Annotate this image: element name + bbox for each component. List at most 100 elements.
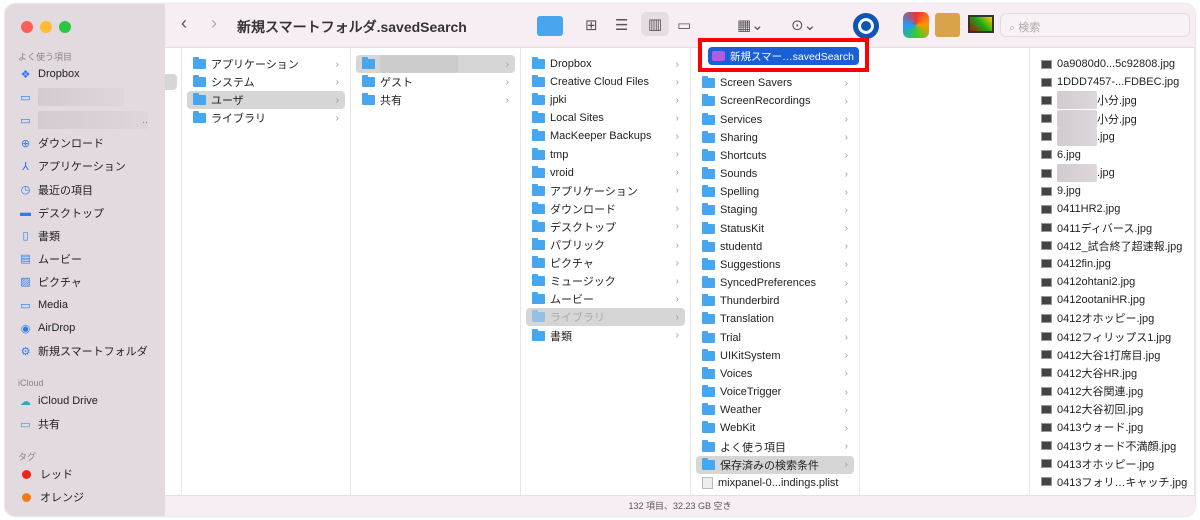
folder-item[interactable]: アプリケーション ›	[187, 55, 345, 73]
sidebar-item[interactable]: ▭	[19, 88, 130, 107]
folder-item[interactable]: jpki ›	[526, 91, 685, 109]
folder-item[interactable]: WebKit ›	[696, 419, 854, 437]
folder-item[interactable]: Translation ›	[696, 310, 854, 328]
sidebar-item[interactable]: ▭ 共有	[19, 415, 60, 433]
folder-item[interactable]: パブリック ›	[526, 236, 685, 254]
forward-button[interactable]: ›	[211, 13, 217, 34]
file-item[interactable]: 0412オホッピー.jpg	[1035, 309, 1189, 327]
sidebar-item[interactable]: ◷ 最近の項目	[19, 181, 93, 199]
folder-item[interactable]: Dropbox ›	[526, 55, 685, 73]
folder-item[interactable]: デスクトップ ›	[526, 218, 685, 236]
sidebar-item[interactable]: ▯ 書類	[19, 227, 60, 245]
folder-item[interactable]: ライブラリ ›	[187, 109, 345, 127]
file-item[interactable]: 0412fin.jpg	[1035, 255, 1189, 273]
folder-item[interactable]: よく使う項目 ›	[696, 438, 854, 456]
folder-item[interactable]: tmp ›	[526, 146, 685, 164]
sidebar-item[interactable]: ▨ ピクチャ	[19, 273, 82, 291]
folder-item[interactable]: Thunderbird ›	[696, 292, 854, 310]
folder-item[interactable]: アプリケーション ›	[526, 182, 685, 200]
file-item[interactable]: 0412大谷1打席目.jpg	[1035, 346, 1189, 364]
file-item[interactable]: 0411HR2.jpg	[1035, 200, 1189, 218]
folder-item[interactable]: Creative Cloud Files ›	[526, 73, 685, 91]
zoom-button[interactable]	[59, 21, 71, 33]
file-item[interactable]: 0413フォリ…キャッチ.jpg	[1035, 473, 1189, 491]
file-item[interactable]: 0412大谷初回.jpg	[1035, 400, 1189, 418]
folder-item[interactable]: VoiceTrigger ›	[696, 383, 854, 401]
archive-icon[interactable]	[935, 13, 960, 37]
file-item[interactable]: 9.jpg	[1035, 182, 1189, 200]
folder-item[interactable]: vroid ›	[526, 164, 685, 182]
folder-item[interactable]: Trial ›	[696, 329, 854, 347]
file-item[interactable]: 0413ウォード.jpg	[1035, 418, 1189, 436]
folder-item[interactable]: Weather ›	[696, 401, 854, 419]
folder-item[interactable]: Sharing ›	[696, 129, 854, 147]
smart-folder-item[interactable]: 新規スマー…savedSearch	[708, 47, 859, 65]
folder-item[interactable]: ゲスト ›	[356, 73, 515, 91]
folder-item[interactable]: ピクチャ ›	[526, 254, 685, 272]
folder-item[interactable]: ムービー ›	[526, 290, 685, 308]
sidebar-item[interactable]: ▬ デスクトップ	[19, 204, 104, 222]
sidebar-item[interactable]: ⅄ アプリケーション	[19, 157, 126, 175]
folder-item[interactable]: Spelling ›	[696, 183, 854, 201]
monitor-icon[interactable]	[968, 15, 994, 33]
file-item[interactable]: 6.jpg	[1035, 146, 1189, 164]
folder-item[interactable]: 書類 ›	[526, 327, 685, 345]
file-item[interactable]: 0412ohtani2.jpg	[1035, 273, 1189, 291]
more-actions-button[interactable]: ⊙⌄	[791, 16, 816, 34]
close-button[interactable]	[21, 21, 33, 33]
app-icon[interactable]	[903, 12, 929, 38]
folder-item[interactable]: ユーザ ›	[187, 91, 345, 110]
list-view-button[interactable]: ☰	[615, 16, 628, 34]
folder-item[interactable]: ライブラリ ›	[526, 308, 685, 327]
file-item[interactable]: 1DDD7457-...FDBEC.jpg	[1035, 73, 1189, 91]
icon-view-button[interactable]: ⊞	[585, 16, 598, 34]
sidebar-item[interactable]: ❖ Dropbox	[19, 65, 80, 83]
folder-item[interactable]: 保存済みの検索条件 ›	[696, 455, 854, 474]
folder-item[interactable]: Suggestions ›	[696, 256, 854, 274]
file-item[interactable]: 0411ディバース.jpg	[1035, 219, 1189, 237]
app-icon[interactable]	[853, 13, 879, 39]
folder-item[interactable]: Shortcuts ›	[696, 147, 854, 165]
sidebar-item[interactable]: ⚙ 新規スマートフォルダ	[19, 342, 148, 360]
file-item[interactable]: .jpg	[1035, 164, 1189, 183]
folder-item[interactable]: Screen Savers ›	[696, 74, 854, 92]
sidebar-tag[interactable]: オレンジ	[19, 488, 84, 506]
folder-item[interactable]: Sounds ›	[696, 165, 854, 183]
sidebar-item[interactable]: ▤ ムービー	[19, 250, 82, 268]
folder-item[interactable]: Staging ›	[696, 201, 854, 219]
folder-item[interactable]: Local Sites ›	[526, 109, 685, 127]
file-item[interactable]: 0412大谷関連.jpg	[1035, 382, 1189, 400]
folder-item[interactable]: mixpanel-0...indings.plist	[696, 474, 854, 492]
column-view-button[interactable]: ▥	[641, 12, 669, 36]
file-item[interactable]: 0413オホッピー.jpg	[1035, 455, 1189, 473]
folder-item[interactable]: Services ›	[696, 111, 854, 129]
folder-item[interactable]: システム ›	[187, 73, 345, 91]
back-button[interactable]: ‹	[181, 13, 187, 34]
file-item[interactable]: 0412_試合終了超速報.jpg	[1035, 237, 1189, 255]
file-item[interactable]: 0a9080d0...5c92808.jpg	[1035, 55, 1189, 73]
sidebar-item[interactable]: ▭..	[19, 111, 148, 130]
folder-item[interactable]: studentd ›	[696, 238, 854, 256]
folder-item[interactable]: ScreenRecordings ›	[696, 92, 854, 110]
sidebar-item[interactable]: ◉ AirDrop	[19, 319, 76, 337]
file-item[interactable]: .jpg	[1035, 127, 1189, 146]
folder-item[interactable]: Voices ›	[696, 365, 854, 383]
file-item[interactable]: 0413ウォード不満顔.jpg	[1035, 437, 1189, 455]
file-item[interactable]: 小分.jpg	[1035, 91, 1189, 110]
search-input[interactable]: ⌕ 検索	[1000, 13, 1190, 37]
group-button[interactable]: ▦⌄	[737, 16, 764, 34]
folder-item[interactable]: MacKeeper Backups ›	[526, 127, 685, 145]
file-item[interactable]: 小分.jpg	[1035, 109, 1189, 128]
folder-item[interactable]: ダウンロード ›	[526, 200, 685, 218]
sidebar-item[interactable]: ⊕ ダウンロード	[19, 134, 104, 152]
gallery-view-button[interactable]: ▭	[677, 16, 691, 34]
sidebar-tag[interactable]: レッド	[19, 465, 73, 483]
folder-item[interactable]: ミュージック ›	[526, 272, 685, 290]
file-item[interactable]: 0412大谷HR.jpg	[1035, 364, 1189, 382]
folder-item[interactable]: StatusKit ›	[696, 220, 854, 238]
file-item[interactable]: 0412ootaniHR.jpg	[1035, 291, 1189, 309]
folder-item[interactable]: UIKitSystem ›	[696, 347, 854, 365]
minimize-button[interactable]	[40, 21, 52, 33]
file-item[interactable]: 0412フィリップス1.jpg	[1035, 328, 1189, 346]
folder-item[interactable]: SyncedPreferences ›	[696, 274, 854, 292]
